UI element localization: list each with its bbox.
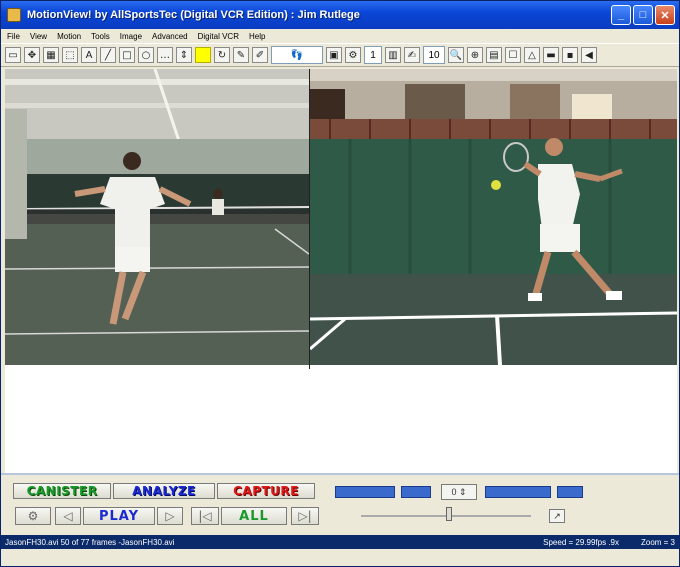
menu-advanced[interactable]: Advanced [152,32,188,41]
left-speed-track[interactable] [335,486,395,498]
rectangle-tool-icon[interactable]: □ [119,47,135,63]
canister-mode-button[interactable]: CANISTER [13,483,111,499]
minimize-button[interactable]: _ [611,5,631,25]
export-button[interactable]: ↗ [549,509,565,523]
export-icon: ↗ [553,510,561,521]
all-label: ALL [239,508,269,524]
right-speed-track[interactable] [485,486,551,498]
window-title: MotionView! by AllSportsTec (Digital VCR… [27,9,360,21]
pen-icon[interactable]: ✎ [233,47,249,63]
zoom-in-icon[interactable]: ⊕ [467,47,483,63]
frame-step-input[interactable]: 1 [364,46,382,64]
settings-button[interactable]: ⚙ [15,507,51,525]
menu-digital-vcr[interactable]: Digital VCR [198,32,239,41]
film-icon[interactable]: ▬ [543,47,559,63]
menu-image[interactable]: Image [120,32,142,41]
capture-mode-button[interactable]: CAPTURE [217,483,315,499]
speed-selector-value: 0 [451,487,457,497]
brightness-icon[interactable]: ☐ [505,47,521,63]
right-video-frame[interactable] [310,69,677,365]
window-bottom-border [1,549,679,566]
frame-slider-thumb[interactable] [446,507,452,521]
control-panel: CANISTER ANALYZE CAPTURE 0 ⇕ ⚙ ◁ PLAY ▷ … [1,473,679,535]
right-range-track[interactable] [557,486,583,498]
settings-icon: ⚙ [27,509,39,523]
status-zoom: Zoom = 3 [640,537,675,547]
dots-tool-icon[interactable]: … [157,47,173,63]
speed-selector[interactable]: 0 ⇕ [441,484,477,500]
canvas-blank-area [5,369,677,473]
menu-motion[interactable]: Motion [57,32,81,41]
rotate-icon[interactable]: ↻ [214,47,230,63]
left-video-frame[interactable] [5,69,309,365]
grid-icon[interactable]: ▪ [562,47,578,63]
menu-bar: File View Motion Tools Image Advanced Di… [1,29,679,43]
maximize-button[interactable]: □ [633,5,653,25]
eraser-icon[interactable]: ✐ [252,47,268,63]
warning-icon[interactable]: △ [524,47,540,63]
menu-file[interactable]: File [7,32,20,41]
left-range-track[interactable] [401,486,431,498]
building-icon[interactable]: ▥ [385,47,401,63]
title-bar: MotionView! by AllSportsTec (Digital VCR… [1,1,679,29]
footprint-field[interactable]: 👣 [271,46,323,64]
toolbar: ▭ ✥ ▦ ⬚ A ╱ □ ○ … ⇕ ↻ ✎ ✐ 👣 ▣ ⚙ 1 ▥ ✍ 10… [1,43,679,67]
step-forward-icon: ▷ [165,509,175,523]
zoom-out-icon[interactable]: 🔍 [448,47,464,63]
step-forward-button[interactable]: ▷ [157,507,183,525]
step-back-icon: ◁ [63,509,73,523]
zoom-input[interactable]: 10 [423,46,445,64]
status-speed: Speed = 29.99fps .9x [543,537,619,547]
color-swatch-icon[interactable] [195,47,211,63]
gear-icon[interactable]: ⚙ [345,47,361,63]
status-bar: JasonFH30.avi 50 of 77 frames -JasonFH30… [1,535,679,549]
go-end-icon: ▷| [298,509,312,523]
brush-icon[interactable]: ✍ [404,47,420,63]
image-icon[interactable]: ▦ [43,47,59,63]
menu-view[interactable]: View [30,32,47,41]
go-start-icon: |◁ [198,509,212,523]
spin-icon[interactable]: ⇕ [176,47,192,63]
video-viewer [5,69,677,369]
close-button[interactable]: ✕ [655,5,675,25]
go-end-button[interactable]: ▷| [291,507,319,525]
app-window: MotionView! by AllSportsTec (Digital VCR… [0,0,680,567]
target-icon[interactable]: ✥ [24,47,40,63]
frame-icon[interactable]: ▣ [326,47,342,63]
play-label: PLAY [98,508,140,524]
menu-tools[interactable]: Tools [91,32,110,41]
select-icon[interactable]: ⬚ [62,47,78,63]
menu-help[interactable]: Help [249,32,265,41]
app-icon [7,8,21,22]
circle-tool-icon[interactable]: ○ [138,47,154,63]
analyze-mode-button[interactable]: ANALYZE [113,483,215,499]
play-button[interactable]: PLAY [83,507,155,525]
open-icon[interactable]: ▭ [5,47,21,63]
landscape-icon[interactable]: ▤ [486,47,502,63]
all-button[interactable]: ALL [221,507,287,525]
text-tool-icon[interactable]: A [81,47,97,63]
status-file-info: JasonFH30.avi 50 of 77 frames -JasonFH30… [5,537,175,547]
line-tool-icon[interactable]: ╱ [100,47,116,63]
go-start-button[interactable]: |◁ [191,507,219,525]
step-back-button[interactable]: ◁ [55,507,81,525]
speaker-icon[interactable]: ◀ [581,47,597,63]
